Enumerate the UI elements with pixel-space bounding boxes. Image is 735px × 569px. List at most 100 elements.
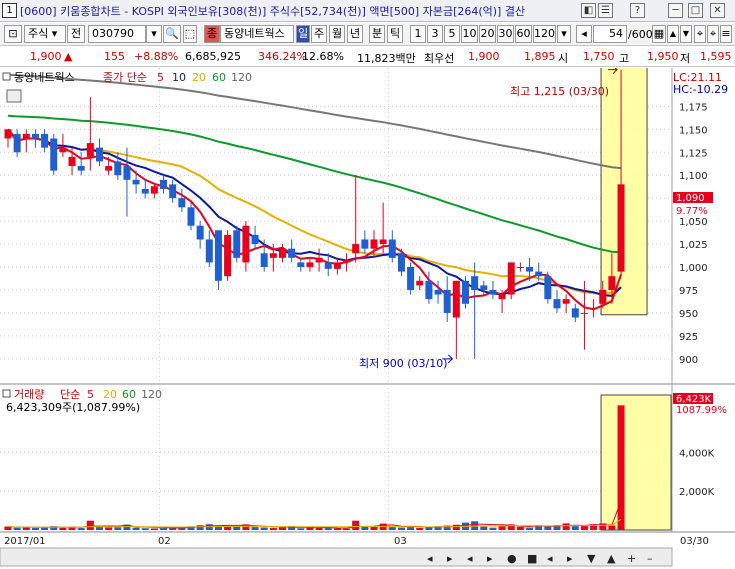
candle-body: [571, 308, 579, 318]
interval-30-button[interactable]: 30: [497, 25, 514, 43]
period-week-button[interactable]: 주: [311, 25, 327, 43]
candle-body: [150, 186, 158, 194]
candle-body: [452, 280, 460, 318]
up-triangle-icon[interactable]: ▲: [667, 25, 679, 43]
candle-body: [123, 166, 131, 180]
candle-body: [306, 262, 314, 268]
count-input[interactable]: 54: [593, 25, 627, 43]
volume-bar: [141, 528, 149, 530]
turnover: 12.68%: [302, 50, 344, 63]
volume-bar: [150, 528, 158, 530]
ma-title: 종가 단순: [103, 71, 147, 84]
last-price-label: 1,090: [676, 193, 705, 204]
high-annotation: 최고 1,215 (03/30): [510, 85, 609, 98]
volume-bar: [114, 527, 122, 530]
candle-body: [516, 267, 524, 269]
code-input[interactable]: 030790: [88, 25, 146, 43]
maximize-icon[interactable]: □: [688, 3, 703, 18]
down-triangle-icon[interactable]: ▼: [680, 25, 692, 43]
candle-body: [443, 289, 451, 313]
period-month-button[interactable]: 월: [329, 25, 345, 43]
volume-bar: [105, 527, 113, 530]
volume-bar: [343, 528, 351, 530]
volume-bar: [608, 525, 616, 530]
volume-bar: [77, 528, 85, 530]
period-day-button[interactable]: 일: [296, 25, 310, 43]
interval-10-button[interactable]: 10: [461, 25, 478, 43]
volume-bar: [526, 527, 534, 530]
candle-body: [553, 299, 561, 309]
scroll-control-icon: ▼: [587, 552, 596, 565]
scroll-control-icon: ●: [507, 552, 517, 565]
candle-body: [297, 262, 305, 268]
indicator-table-icon[interactable]: [6, 89, 22, 103]
bid-price: 1,895: [524, 50, 556, 63]
scroll-control-icon: ▸: [487, 552, 493, 565]
candle-body: [608, 276, 616, 290]
candle-body: [141, 188, 149, 194]
volume-bar: [580, 525, 588, 530]
price-panel-stock-name: 동양네트웍스: [14, 71, 75, 84]
settings-menu-icon[interactable]: ≡: [720, 25, 732, 43]
volume: 6,685,925: [185, 50, 241, 63]
menu-icon[interactable]: ☰: [598, 3, 613, 18]
interval-5-button[interactable]: 5: [444, 25, 460, 43]
candle-body: [105, 166, 113, 171]
period-year-button[interactable]: 년: [347, 25, 363, 43]
volume-panel-collapse-icon[interactable]: [2, 389, 11, 398]
ma-5-label: 5: [157, 71, 164, 84]
candle-body: [260, 253, 268, 268]
volume-bar: [269, 528, 277, 530]
restore-icon[interactable]: ◧: [581, 3, 596, 18]
volume-bar: [333, 528, 341, 530]
jeon-button[interactable]: 전: [67, 25, 85, 43]
up-arrow-icon: ▲: [64, 50, 73, 63]
candle-body: [279, 248, 286, 258]
scroll-control-icon: +: [627, 552, 636, 565]
interval-1-button[interactable]: 1: [410, 25, 426, 43]
minimize-icon[interactable]: ─: [668, 3, 683, 18]
jong-label[interactable]: 종: [204, 25, 220, 43]
interval-120-button[interactable]: 120: [533, 25, 556, 43]
price-tick-label: 1,025: [679, 240, 708, 251]
stock-chart[interactable]: 1,1751,1501,1251,1001,0751,0501,0251,000…: [0, 68, 735, 569]
candle-body: [324, 262, 332, 269]
volume-bar: [86, 520, 94, 530]
search-icon[interactable]: 🔍: [163, 25, 181, 43]
interval-20-button[interactable]: 20: [479, 25, 496, 43]
interval-3-button[interactable]: 3: [427, 25, 443, 43]
code-dropdown-icon[interactable]: ▾: [146, 25, 162, 43]
chart-toolbar: ⊡ 주식 ▾ 전 030790 ▾ 🔍 ⬚ 종 동양네트웍스 일 주 월 년 분…: [0, 23, 735, 46]
high-label: 고: [619, 52, 630, 65]
volume-bar: [498, 525, 506, 530]
volume-bar: [544, 526, 552, 530]
interval-dropdown-icon[interactable]: ▾: [557, 25, 571, 43]
close-icon[interactable]: ✕: [710, 3, 725, 18]
volume-summary: 6,423,309주(1,087.99%): [6, 401, 140, 414]
help-icon[interactable]: ?: [630, 3, 645, 18]
last-price-pct: 9.77%: [676, 206, 708, 217]
ma-10-label: 10: [172, 71, 186, 84]
interval-60-button[interactable]: 60: [515, 25, 532, 43]
link-icon[interactable]: ⊡: [4, 25, 22, 43]
volume-bar: [279, 527, 286, 530]
hc-label: HC:-10.29: [673, 83, 728, 96]
period-minute-button[interactable]: 분: [369, 25, 385, 43]
price-change: 155: [104, 50, 125, 63]
period-tick-button[interactable]: 틱: [387, 25, 403, 43]
pin-icon[interactable]: ⌖: [694, 25, 706, 43]
panel-collapse-icon[interactable]: [2, 72, 11, 81]
scroll-control-icon: ◂: [467, 552, 473, 565]
vol-ma-5-label: 5: [87, 388, 94, 401]
ma-120-label: 120: [231, 71, 252, 84]
jong-button[interactable]: ⬚: [183, 25, 197, 43]
volume-bar: [324, 528, 332, 530]
pin-icon-2[interactable]: ⌖: [707, 25, 719, 43]
grid-icon[interactable]: ▦: [652, 25, 666, 43]
scroll-control-icon: ▲: [607, 552, 616, 565]
left-arrow-icon[interactable]: ◂: [576, 25, 592, 43]
volume-bar: [13, 527, 21, 530]
volume-bar: [516, 526, 524, 530]
volume-bar: [416, 527, 424, 530]
asset-type-select[interactable]: 주식 ▾: [24, 25, 66, 43]
